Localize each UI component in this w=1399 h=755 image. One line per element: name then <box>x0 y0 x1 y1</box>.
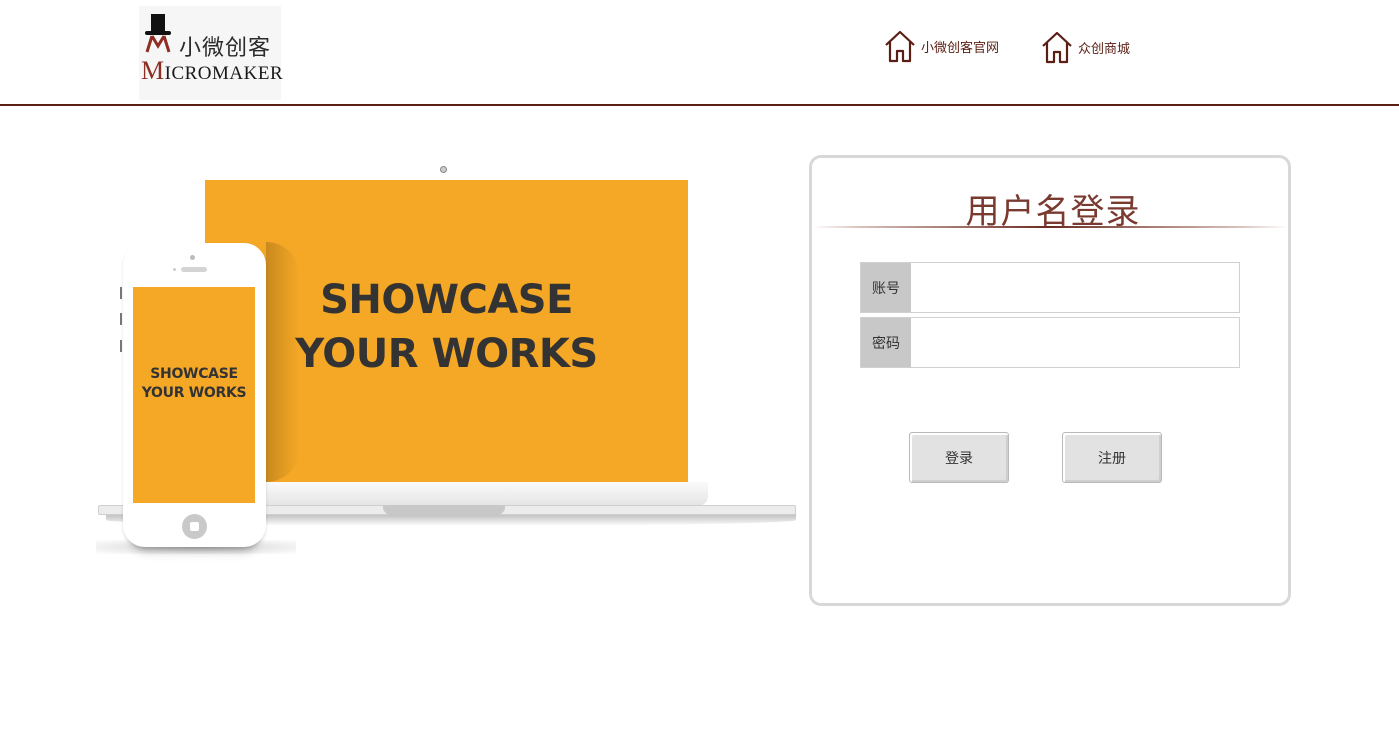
laptop-bezel-bottom <box>205 482 708 506</box>
laptop-camera <box>440 166 447 173</box>
nav-link-mall[interactable]: 众创商城 <box>1040 29 1130 65</box>
laptop-screen-text: SHOWCASE YOUR WORKS <box>205 273 688 381</box>
phone-text-line2: YOUR WORKS <box>141 385 247 401</box>
phone-home-button <box>182 514 207 539</box>
site-header: 小微创客 MICROMAKER 小微创客官网 众创商城 <box>0 0 1399 106</box>
login-button[interactable]: 登录 <box>909 432 1009 483</box>
laptop-text-line2: YOUR WORKS <box>295 331 598 377</box>
phone-sensor <box>173 268 176 271</box>
devices-illustration: SHOWCASE YOUR WORKS SHOWCASE YOUR WORKS <box>96 160 800 560</box>
password-input[interactable] <box>911 318 1239 367</box>
password-field: 密码 <box>860 317 1240 368</box>
login-panel: 用户名登录 账号 密码 登录 注册 <box>809 155 1291 606</box>
house-icon <box>1042 31 1072 64</box>
laptop-text-line1: SHOWCASE <box>320 277 573 323</box>
username-label: 账号 <box>861 263 911 312</box>
logo-english-rest: ICROMAKER <box>164 63 284 84</box>
logo-english-text: MICROMAKER <box>141 56 283 86</box>
nav-link-label: 众创商城 <box>1078 41 1131 57</box>
username-field: 账号 <box>860 262 1240 313</box>
phone-side-button <box>120 287 122 299</box>
nav-link-label: 小微创客官网 <box>921 40 1000 56</box>
phone-screen-text: SHOWCASE YOUR WORKS <box>133 365 255 403</box>
title-divider <box>812 226 1288 228</box>
username-input[interactable] <box>911 263 1239 312</box>
site-logo[interactable]: 小微创客 MICROMAKER <box>139 6 283 100</box>
phone-side-button <box>120 313 122 325</box>
phone-speaker <box>181 267 207 272</box>
logo-initial: M <box>141 56 165 85</box>
top-hat-icon <box>145 14 171 53</box>
phone-device: SHOWCASE YOUR WORKS <box>123 243 266 547</box>
password-label: 密码 <box>861 318 911 367</box>
phone-text-line1: SHOWCASE <box>150 366 238 382</box>
register-button[interactable]: 注册 <box>1062 432 1162 483</box>
house-icon <box>885 30 915 63</box>
laptop-notch <box>383 505 505 515</box>
phone-side-button <box>120 340 122 352</box>
nav-link-official-site[interactable]: 小微创客官网 <box>883 28 999 64</box>
phone-camera <box>190 255 195 260</box>
